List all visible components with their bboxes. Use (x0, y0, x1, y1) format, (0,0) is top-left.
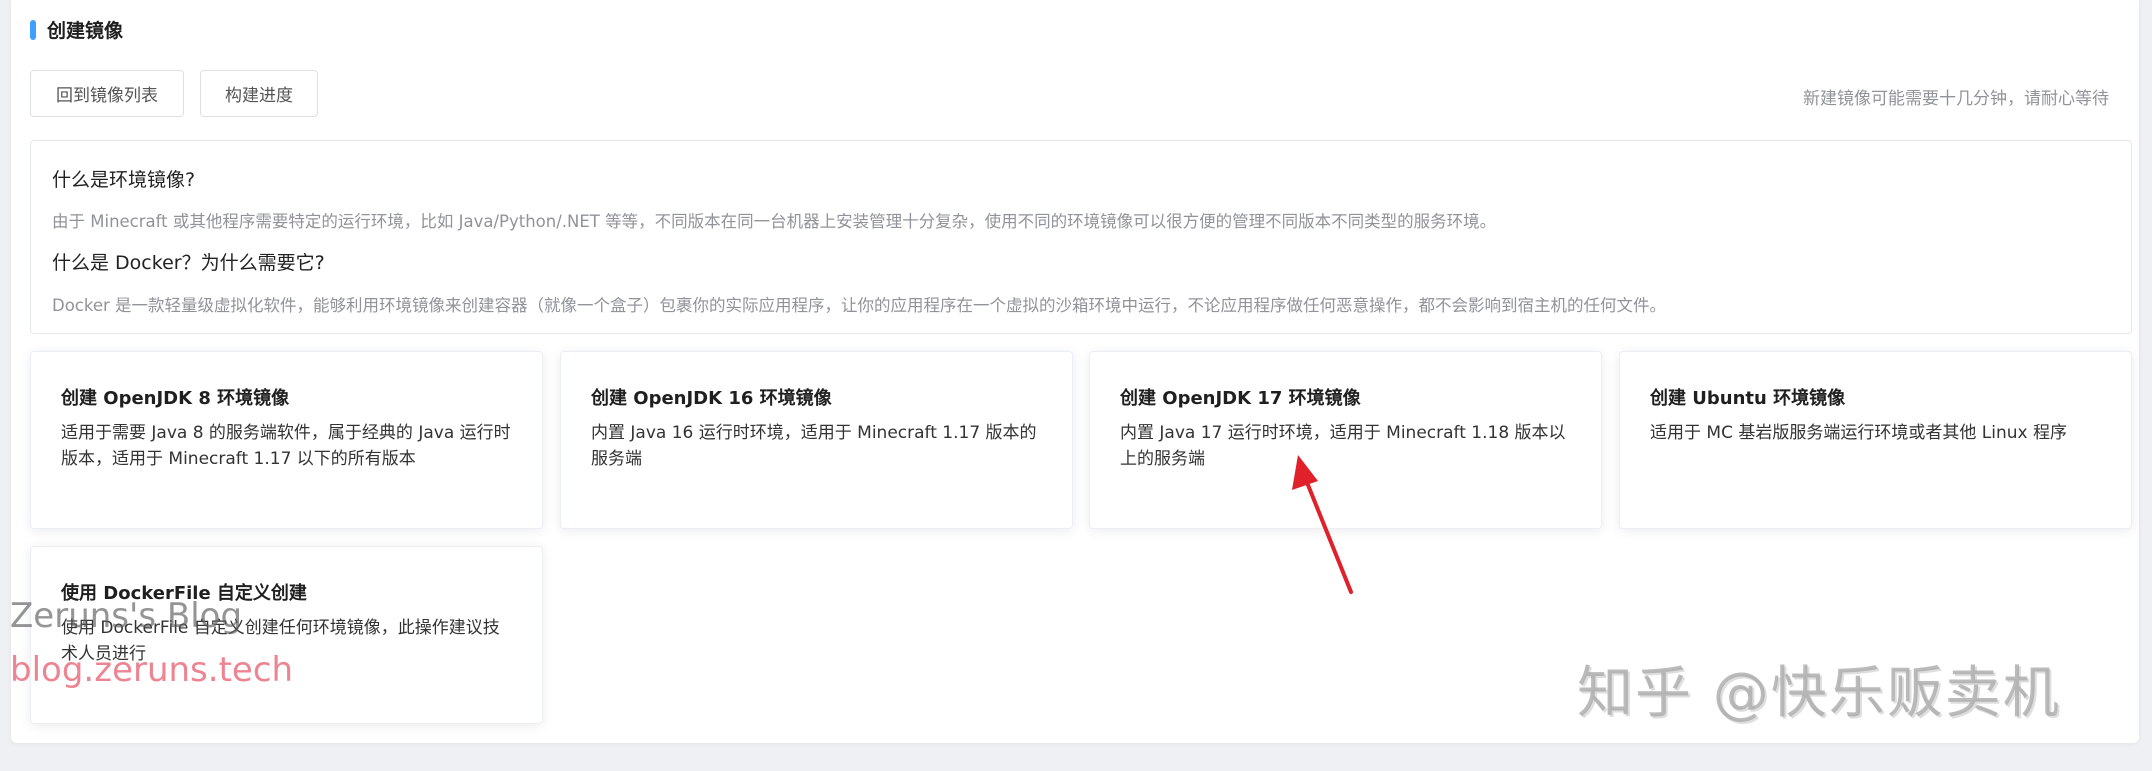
back-to-image-list-button[interactable]: 回到镜像列表 (30, 70, 184, 117)
info-answer-image: 由于 Minecraft 或其他程序需要特定的运行环境，比如 Java/Pyth… (52, 212, 1497, 231)
create-image-panel: 创建镜像 回到镜像列表 构建进度 新建镜像可能需要十几分钟，请耐心等待 什么是环… (11, 0, 2139, 743)
info-answer-docker: Docker 是一款轻量级虚拟化软件，能够利用环境镜像来创建容器（就像一个盒子）… (52, 296, 1667, 315)
card-ubuntu[interactable]: 创建 Ubuntu 环境镜像 适用于 MC 基岩版服务端运行环境或者其他 Lin… (1619, 351, 2132, 529)
title-accent-bar (30, 20, 36, 40)
info-box: 什么是环境镜像? 由于 Minecraft 或其他程序需要特定的运行环境，比如 … (30, 140, 2132, 334)
card-dockerfile[interactable]: 使用 DockerFile 自定义创建 使用 DockerFile 自定义创建任… (30, 546, 543, 724)
card-title: 创建 OpenJDK 16 环境镜像 (591, 388, 832, 409)
card-description: 使用 DockerFile 自定义创建任何环境镜像，此操作建议技术人员进行 (61, 618, 500, 664)
card-description: 适用于需要 Java 8 的服务端软件，属于经典的 Java 运行时版本，适用于… (61, 423, 511, 469)
info-question-docker: 什么是 Docker？为什么需要它? (52, 252, 325, 274)
build-time-hint: 新建镜像可能需要十几分钟，请耐心等待 (1803, 89, 2109, 109)
card-title: 创建 OpenJDK 8 环境镜像 (61, 388, 290, 409)
card-openjdk8[interactable]: 创建 OpenJDK 8 环境镜像 适用于需要 Java 8 的服务端软件，属于… (30, 351, 543, 529)
card-description: 适用于 MC 基岩版服务端运行环境或者其他 Linux 程序 (1650, 423, 2067, 443)
card-openjdk17[interactable]: 创建 OpenJDK 17 环境镜像 内置 Java 17 运行时环境，适用于 … (1089, 351, 1602, 529)
card-title: 创建 OpenJDK 17 环境镜像 (1120, 388, 1361, 409)
card-openjdk16[interactable]: 创建 OpenJDK 16 环境镜像 内置 Java 16 运行时环境，适用于 … (560, 351, 1073, 529)
card-description: 内置 Java 16 运行时环境，适用于 Minecraft 1.17 版本的服… (591, 423, 1037, 469)
page-title: 创建镜像 (47, 20, 124, 42)
card-title: 创建 Ubuntu 环境镜像 (1650, 388, 1846, 409)
card-title: 使用 DockerFile 自定义创建 (61, 583, 307, 604)
info-question-image: 什么是环境镜像? (52, 169, 196, 191)
build-progress-button[interactable]: 构建进度 (200, 70, 318, 117)
card-description: 内置 Java 17 运行时环境，适用于 Minecraft 1.18 版本以上… (1120, 423, 1566, 469)
